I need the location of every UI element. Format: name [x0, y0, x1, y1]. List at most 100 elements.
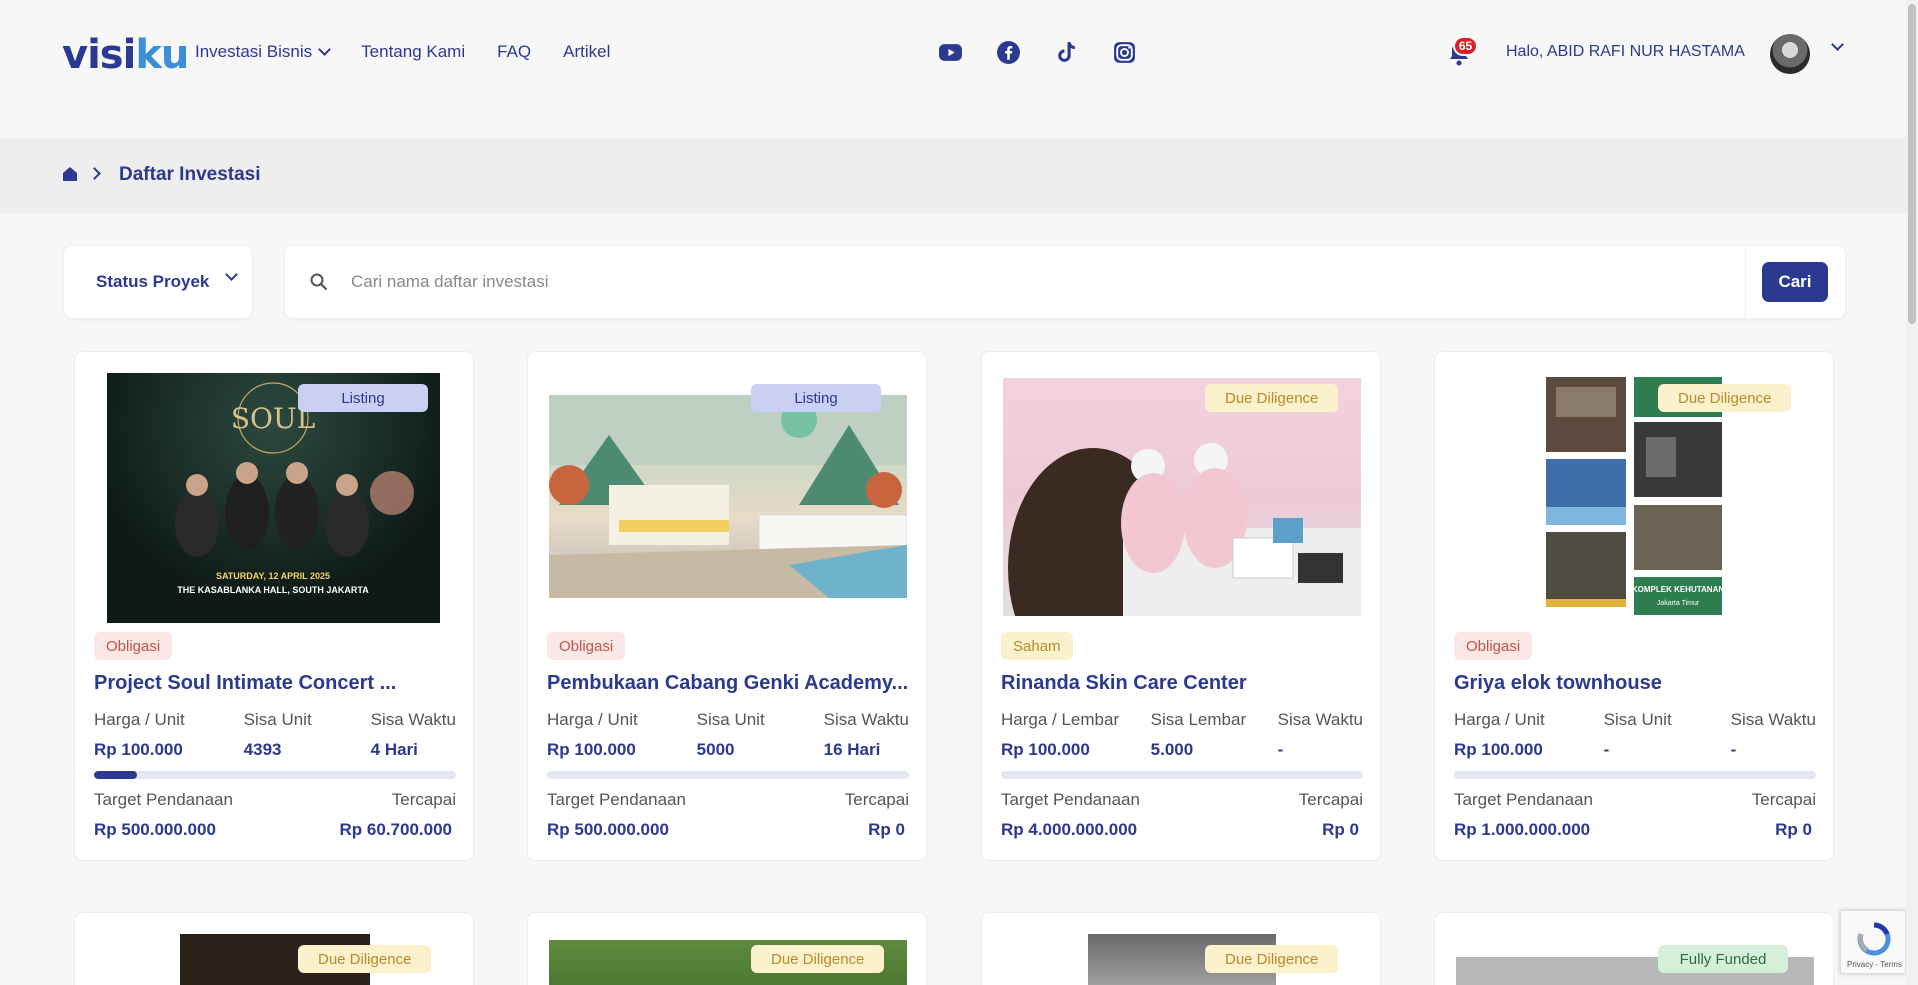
- townhouse-photos: KOMPLEK KEHUTANAN Jakarta Timur: [1546, 377, 1722, 615]
- chevron-right-icon: [88, 167, 101, 180]
- investment-card[interactable]: Due Diligence: [74, 912, 474, 985]
- tiktok-icon[interactable]: [1054, 40, 1079, 65]
- stat-label: Sisa Unit: [696, 710, 765, 729]
- card-title[interactable]: Pembukaan Cabang Genki Academy...: [547, 672, 909, 695]
- stat-time: Sisa Waktu 4 Hari: [371, 710, 456, 760]
- reached-value: Rp 0: [1775, 820, 1812, 839]
- status-proyek-dropdown[interactable]: Status Proyek: [64, 246, 252, 318]
- card-stats: Harga / Lembar Rp 100.000 Sisa Lembar 5.00…: [1001, 710, 1363, 760]
- recaptcha-links[interactable]: Privacy - Terms: [1847, 960, 1902, 969]
- stat-remaining: Sisa Lembar 5.000: [1151, 710, 1246, 760]
- funding-info: Target Pendanaan Rp 4.000.000.000 Tercapa…: [1001, 790, 1363, 840]
- search-icon: [310, 273, 328, 291]
- nav-label: Investasi Bisnis: [195, 42, 313, 61]
- status-badge: Listing: [751, 384, 881, 412]
- logo-text: visi: [62, 32, 136, 78]
- investment-card[interactable]: KOMPLEK KEHUTANAN Jakarta Timur Due Dili…: [1434, 351, 1834, 861]
- reached-block: Tercapai Rp 60.700.000: [340, 790, 456, 840]
- stat-label: Sisa Lembar: [1150, 710, 1247, 729]
- target-value: Rp 500.000.000: [94, 820, 216, 839]
- stat-label: Sisa Waktu: [823, 710, 909, 729]
- target-value: Rp 4.000.000.000: [1001, 820, 1138, 839]
- stat-time: Sisa Waktu 16 Hari: [824, 710, 909, 760]
- stat-value: Rp 100.000: [94, 740, 183, 759]
- chevron-down-icon[interactable]: [1831, 38, 1844, 51]
- page-title: Daftar Investasi: [119, 164, 261, 185]
- nav-label: FAQ: [497, 42, 532, 61]
- instagram-icon[interactable]: [1112, 40, 1137, 65]
- stat-label: Harga / Unit: [547, 710, 638, 729]
- stat-label: Harga / Lembar: [1001, 710, 1120, 729]
- user-greeting[interactable]: Halo, ABID RAFI NUR HASTAMA: [1506, 43, 1745, 61]
- stat-label: Harga / Unit: [1454, 710, 1545, 729]
- stat-time: Sisa Waktu -: [1278, 710, 1363, 760]
- status-badge: Due Diligence: [1205, 945, 1339, 973]
- nav-artikel[interactable]: Artikel: [563, 42, 610, 62]
- stat-label: Sisa Waktu: [1730, 710, 1816, 729]
- sign-text: KOMPLEK KEHUTANAN: [1632, 585, 1722, 594]
- logo-accent-text: ku: [135, 32, 189, 78]
- status-badge: Due Diligence: [1658, 384, 1792, 412]
- stat-label: Sisa Waktu: [370, 710, 456, 729]
- nav-tentang-kami[interactable]: Tentang Kami: [361, 42, 465, 62]
- target-label: Target Pendanaan: [94, 790, 233, 809]
- target-value: Rp 500.000.000: [547, 820, 669, 839]
- target-block: Target Pendanaan Rp 500.000.000: [94, 790, 233, 840]
- card-image: KOMPLEK KEHUTANAN Jakarta Timur: [1546, 377, 1722, 625]
- page-scrollbar[interactable]: [1906, 0, 1918, 985]
- target-block: Target Pendanaan Rp 4.000.000.000: [1001, 790, 1140, 840]
- investment-card[interactable]: Fully Funded: [1434, 912, 1834, 985]
- avatar[interactable]: [1770, 34, 1810, 74]
- stat-label: Harga / Unit: [94, 710, 185, 729]
- classroom-photo: [549, 395, 907, 598]
- investment-card[interactable]: SOUL SATURDAY, 12 APRIL 2025 THE KASABLA…: [74, 351, 474, 861]
- card-stats: Harga / Unit Rp 100.000 Sisa Unit 5000 Sis…: [547, 710, 909, 760]
- type-badge: Saham: [1001, 632, 1073, 660]
- dropdown-label: Status Proyek: [96, 272, 210, 291]
- nav-label: Artikel: [563, 42, 611, 61]
- youtube-icon[interactable]: [938, 40, 963, 65]
- nav-label: Tentang Kami: [361, 42, 466, 61]
- search-input[interactable]: [351, 266, 1651, 298]
- status-badge: Fully Funded: [1658, 945, 1788, 973]
- stat-value: -: [1277, 740, 1284, 759]
- investment-card[interactable]: Due Diligence: [981, 912, 1381, 985]
- reached-label: Tercapai: [391, 790, 456, 809]
- stat-value: 4393: [243, 740, 282, 759]
- nav-faq[interactable]: FAQ: [497, 42, 531, 62]
- home-icon[interactable]: [62, 166, 78, 182]
- type-badge: Obligasi: [1454, 632, 1533, 660]
- stat-value: 16 Hari: [823, 740, 881, 759]
- investment-card[interactable]: Due Diligence: [527, 912, 927, 985]
- stat-remaining: Sisa Unit 4393: [244, 710, 312, 760]
- divider: [1745, 246, 1746, 318]
- funding-progress-bar: [1454, 771, 1816, 779]
- target-label: Target Pendanaan: [547, 790, 686, 809]
- reached-label: Tercapai: [1751, 790, 1816, 809]
- card-title[interactable]: Griya elok townhouse: [1454, 672, 1816, 695]
- target-block: Target Pendanaan Rp 500.000.000: [547, 790, 686, 840]
- facebook-icon[interactable]: [996, 40, 1021, 65]
- stat-value: 4 Hari: [370, 740, 418, 759]
- funding-info: Target Pendanaan Rp 500.000.000 Tercapai R…: [94, 790, 456, 840]
- card-title[interactable]: Rinanda Skin Care Center: [1001, 672, 1363, 695]
- target-label: Target Pendanaan: [1001, 790, 1140, 809]
- stat-price: Harga / Unit Rp 100.000: [547, 710, 638, 760]
- nav-investasi-bisnis[interactable]: Investasi Bisnis: [195, 42, 332, 62]
- card-image: [549, 395, 907, 598]
- visiku-logo[interactable]: visiku: [62, 32, 189, 78]
- stat-price: Harga / Lembar Rp 100.000: [1001, 710, 1119, 760]
- investment-card[interactable]: Listing Obligasi Pembukaan Cabang Genki …: [527, 351, 927, 861]
- stat-value: -: [1730, 740, 1737, 759]
- sign-text: Jakarta Timur: [1657, 600, 1700, 607]
- investment-card[interactable]: Due Diligence Saham Rinanda Skin Care Ce…: [981, 351, 1381, 861]
- search-button[interactable]: Cari: [1762, 262, 1828, 302]
- stat-value: Rp 100.000: [1001, 740, 1090, 759]
- stat-label: Sisa Unit: [243, 710, 312, 729]
- recaptcha-badge[interactable]: Privacy - Terms: [1840, 910, 1906, 974]
- funding-progress-bar: [547, 771, 909, 779]
- stat-label: Sisa Unit: [1603, 710, 1672, 729]
- scrollbar-thumb[interactable]: [1908, 4, 1916, 324]
- reached-block: Tercapai Rp 0: [1299, 790, 1363, 840]
- card-title[interactable]: Project Soul Intimate Concert ...: [94, 672, 456, 695]
